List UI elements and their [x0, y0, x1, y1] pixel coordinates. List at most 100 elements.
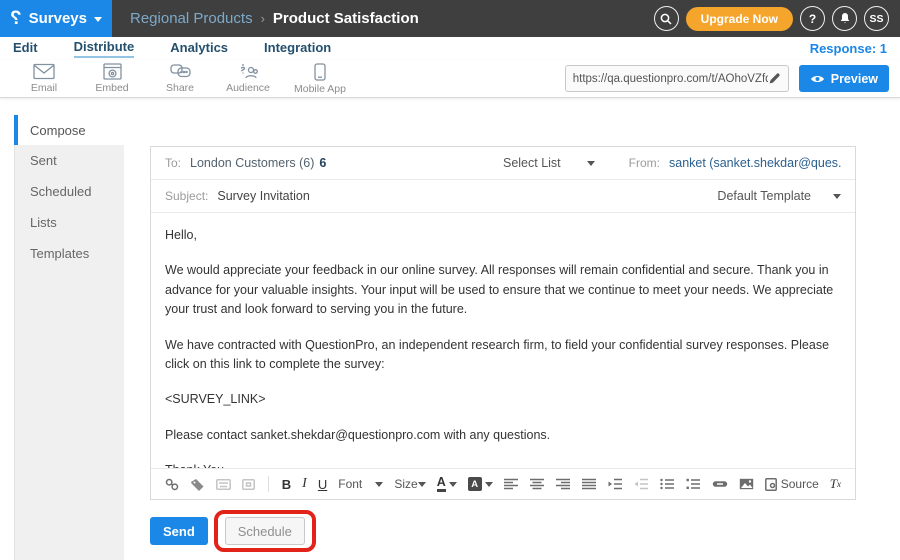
- preview-label: Preview: [831, 72, 878, 86]
- email-icon: [33, 63, 55, 80]
- sidebar-item-templates[interactable]: Templates: [15, 238, 124, 269]
- tab-analytics[interactable]: Analytics: [170, 40, 228, 57]
- channel-share[interactable]: Share: [158, 63, 202, 94]
- survey-url: https://qa.questionpro.com/t/AOhoVZfqml: [573, 73, 768, 85]
- top-header: ? Surveys Regional Products › Product Sa…: [0, 0, 900, 37]
- schedule-button[interactable]: Schedule: [225, 517, 305, 545]
- select-list-dropdown[interactable]: Select List: [503, 156, 595, 170]
- chevron-down-icon: [94, 17, 102, 22]
- body-paragraph: We would appreciate your feedback in our…: [165, 261, 841, 319]
- template-label: Default Template: [717, 189, 811, 203]
- align-center-button[interactable]: [530, 478, 545, 490]
- questionpro-logo-icon: ?: [10, 9, 22, 28]
- to-recipient-count[interactable]: 6: [319, 156, 326, 170]
- anchor-link-icon[interactable]: [165, 478, 179, 491]
- compose-actions: Send Schedule: [150, 510, 316, 552]
- header-actions: Upgrade Now ? SS: [654, 6, 900, 31]
- link-icon: [712, 479, 728, 489]
- subject-label: Subject:: [165, 189, 208, 203]
- upgrade-now-button[interactable]: Upgrade Now: [686, 7, 793, 31]
- breadcrumb-survey-name: Product Satisfaction: [273, 10, 419, 27]
- numbered-list-icon: [686, 478, 701, 490]
- tab-edit[interactable]: Edit: [13, 40, 38, 57]
- merge-tag-icon[interactable]: [190, 478, 205, 491]
- align-left-icon: [504, 478, 519, 490]
- remove-format-x: x: [837, 479, 841, 489]
- tab-distribute[interactable]: Distribute: [74, 39, 135, 58]
- bold-button[interactable]: B: [282, 477, 291, 492]
- schedule-highlight-annotation: Schedule: [214, 510, 316, 552]
- chevron-down-icon: [833, 194, 841, 199]
- italic-button[interactable]: I: [302, 476, 307, 492]
- channel-email[interactable]: Email: [22, 63, 66, 94]
- toolbar-right: https://qa.questionpro.com/t/AOhoVZfqml …: [565, 65, 900, 92]
- align-right-icon: [556, 478, 571, 490]
- justify-button[interactable]: [582, 478, 597, 490]
- source-button[interactable]: Source: [765, 477, 819, 491]
- channel-embed[interactable]: Embed: [90, 63, 134, 94]
- breadcrumb: Regional Products › Product Satisfaction: [130, 10, 419, 27]
- distribute-toolbar: Email Embed Share Audience Mobile App ht…: [0, 60, 900, 98]
- size-dropdown-label: Size: [394, 477, 417, 491]
- remove-format-button[interactable]: Tx: [830, 476, 841, 492]
- increase-indent-button[interactable]: [608, 478, 623, 490]
- tab-integration[interactable]: Integration: [264, 40, 331, 57]
- template-dropdown[interactable]: Default Template: [717, 189, 841, 203]
- align-center-icon: [530, 478, 545, 490]
- from-sender[interactable]: sanket (sanket.shekdar@ques...: [669, 156, 841, 170]
- to-recipient-list[interactable]: London Customers (6): [190, 156, 314, 170]
- align-right-button[interactable]: [556, 478, 571, 490]
- channel-email-label: Email: [31, 82, 57, 94]
- surveys-menu-label: Surveys: [29, 10, 87, 27]
- numbered-list-button[interactable]: [686, 478, 701, 490]
- search-button[interactable]: [654, 6, 679, 31]
- response-count[interactable]: Response: 1: [810, 41, 887, 56]
- source-doc-icon: [765, 478, 777, 491]
- size-dropdown[interactable]: Size: [394, 477, 425, 491]
- channel-audience[interactable]: Audience: [226, 63, 270, 94]
- subject-input[interactable]: Survey Invitation: [217, 189, 309, 203]
- notifications-button[interactable]: [832, 6, 857, 31]
- sidebar-item-lists[interactable]: Lists: [15, 207, 124, 238]
- question-mark-icon: ?: [809, 12, 816, 26]
- sidebar-lists-label: Lists: [30, 215, 57, 230]
- survey-nav: Edit Distribute Analytics Integration Re…: [0, 37, 900, 60]
- search-icon: [660, 13, 672, 25]
- email-body-editor[interactable]: Hello, We would appreciate your feedback…: [151, 213, 855, 468]
- preview-button[interactable]: Preview: [799, 65, 889, 92]
- underline-button[interactable]: U: [318, 477, 327, 492]
- user-avatar[interactable]: SS: [864, 6, 889, 31]
- breadcrumb-folder[interactable]: Regional Products: [130, 10, 253, 27]
- text-color-button[interactable]: A: [437, 476, 457, 493]
- channel-mobile-app[interactable]: Mobile App: [294, 63, 346, 95]
- share-icon: [170, 63, 191, 80]
- font-dropdown[interactable]: Font: [338, 477, 383, 491]
- avatar-initials: SS: [869, 13, 883, 25]
- align-left-button[interactable]: [504, 478, 519, 490]
- sidebar-item-compose[interactable]: Compose: [14, 115, 124, 145]
- insert-image-button[interactable]: [739, 478, 754, 490]
- help-button[interactable]: ?: [800, 6, 825, 31]
- bulleted-list-icon: [660, 478, 675, 490]
- chevron-down-icon: [418, 482, 426, 487]
- sidebar-sent-label: Sent: [30, 153, 57, 168]
- background-color-button[interactable]: A: [468, 477, 493, 491]
- from-group: From: sanket (sanket.shekdar@ques...: [629, 156, 841, 170]
- sidebar-item-scheduled[interactable]: Scheduled: [15, 176, 124, 207]
- edit-url-pencil-icon[interactable]: [768, 72, 781, 85]
- body-paragraph: Thank You: [165, 461, 841, 468]
- mobile-app-icon: [314, 63, 326, 81]
- keyboard-icon: [216, 479, 231, 490]
- sidebar-item-sent[interactable]: Sent: [15, 145, 124, 176]
- body-paragraph: <SURVEY_LINK>: [165, 390, 841, 409]
- to-label: To:: [165, 156, 181, 170]
- body-paragraph: Hello,: [165, 226, 841, 245]
- body-paragraph: We have contracted with QuestionPro, an …: [165, 336, 841, 375]
- bulleted-list-button[interactable]: [660, 478, 675, 490]
- subject-row: Subject: Survey Invitation Default Templ…: [151, 180, 855, 213]
- surveys-menu[interactable]: ? Surveys: [0, 0, 112, 37]
- survey-url-field[interactable]: https://qa.questionpro.com/t/AOhoVZfqml: [565, 65, 789, 92]
- decrease-indent-button: [634, 478, 649, 490]
- insert-link-button[interactable]: [712, 479, 728, 489]
- send-button[interactable]: Send: [150, 517, 208, 545]
